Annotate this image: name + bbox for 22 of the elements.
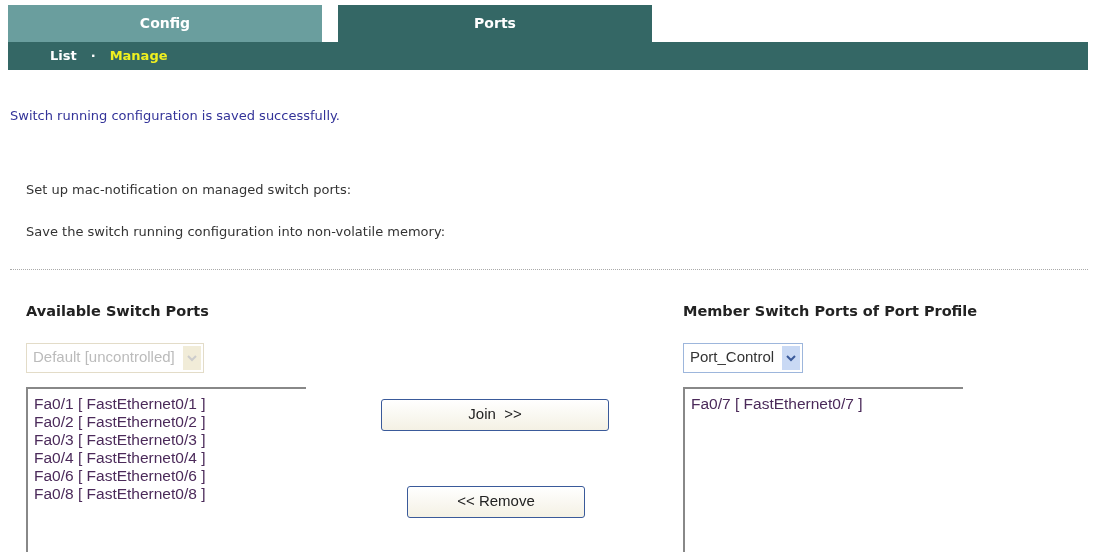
status-message: Switch running configuration is saved successfully. <box>10 107 341 125</box>
section-heading: Member Switch Ports of Port Profile <box>683 301 979 321</box>
port-option[interactable]: Fa0/2 [ FastEthernet0/2 ] <box>34 412 306 431</box>
port-option[interactable]: Fa0/6 [ FastEthernet0/6 ] <box>34 466 306 485</box>
port-listbox[interactable]: Fa0/7 [ FastEthernet0/7 ] <box>683 386 963 552</box>
dropdown-caret-icon[interactable] <box>782 345 801 370</box>
instruction-text: Set up mac-notification on managed switch ports: <box>26 180 353 199</box>
dropdown[interactable]: Port_Control <box>683 342 804 373</box>
instruction-text: Save the switch running configuration into non-volatile memory: <box>26 223 447 241</box>
subnav-link[interactable]: List <box>50 46 77 66</box>
subnav-link[interactable]: Manage <box>109 46 168 66</box>
port-option[interactable]: Fa0/3 [ FastEthernet0/3 ] <box>34 430 306 449</box>
port-option[interactable]: Fa0/1 [ FastEthernet0/1 ] <box>34 394 306 413</box>
section-heading: Available Switch Ports <box>26 301 210 321</box>
separator-dot: · <box>90 47 96 66</box>
port-option[interactable]: Fa0/8 [ FastEthernet0/8 ] <box>34 484 306 503</box>
port-option[interactable]: Fa0/7 [ FastEthernet0/7 ] <box>691 394 963 413</box>
remove-button[interactable]: << Remove <box>407 485 585 518</box>
port-listbox[interactable]: Fa0/1 [ FastEthernet0/1 ] Fa0/2 [ FastEthernet0/2 ] Fa0/3 [ FastEthernet0/3 ] Fa0/4 [ FastEthernet0/4 ] Fa0/6 [ FastEthernet0/6 ] Fa0/8 [ FastEthernet0/8 ] <box>26 386 306 552</box>
port-option[interactable]: Fa0/4 [ FastEthernet0/4 ] <box>34 448 306 467</box>
join-button[interactable]: Join >> <box>381 398 609 431</box>
tab[interactable]: Ports <box>338 5 652 42</box>
